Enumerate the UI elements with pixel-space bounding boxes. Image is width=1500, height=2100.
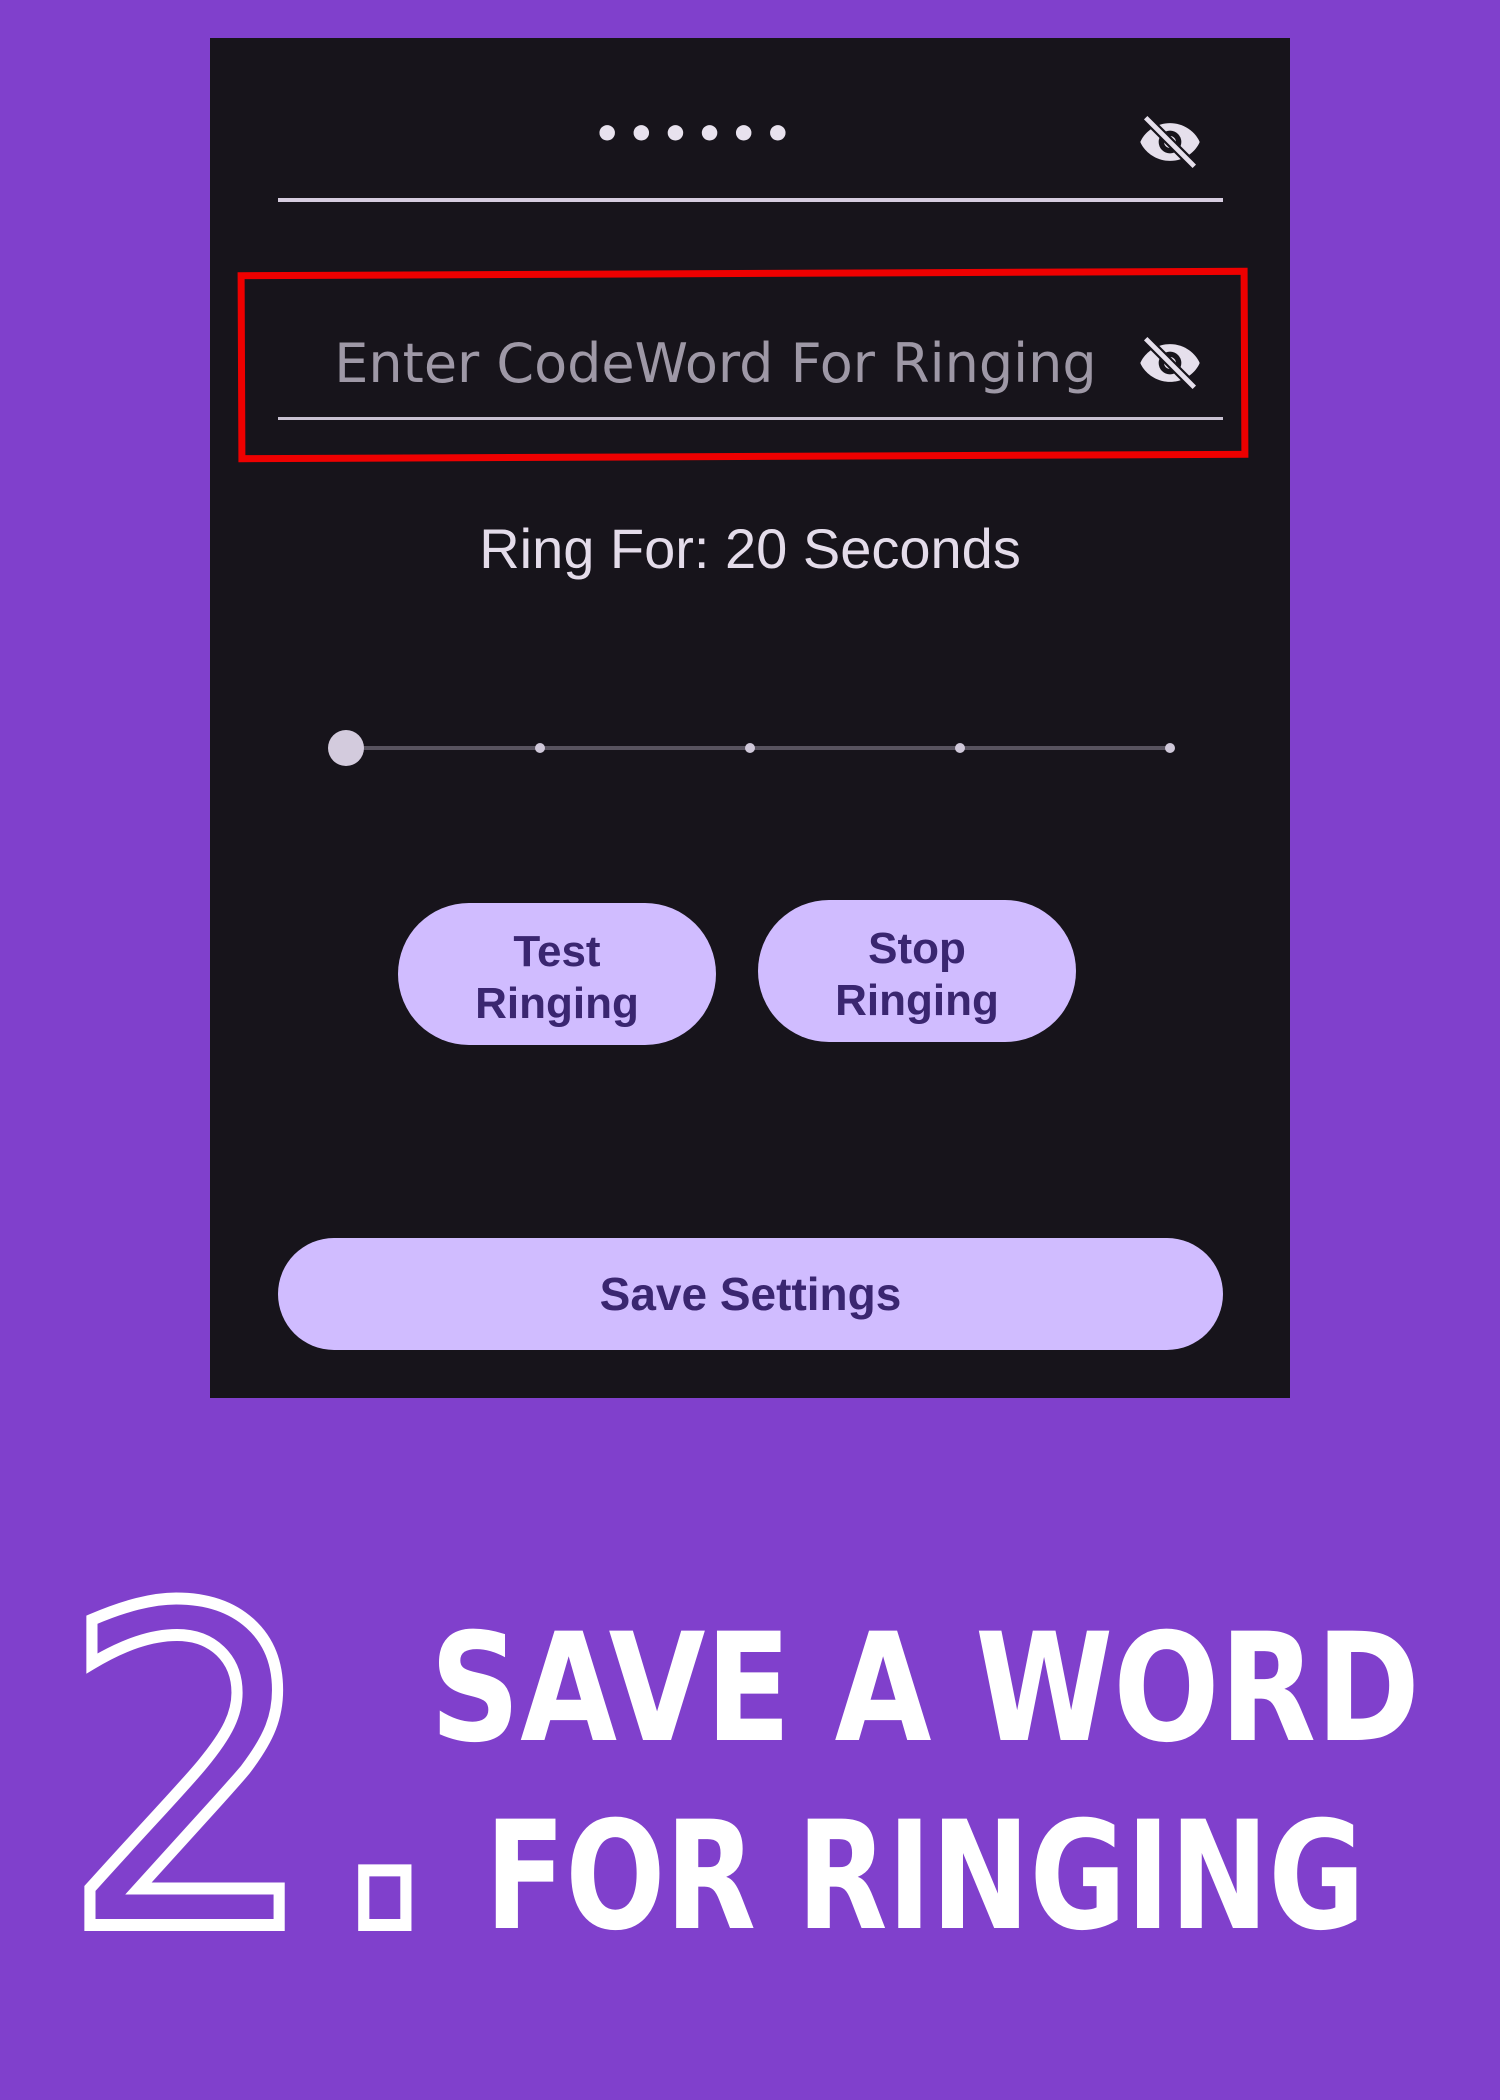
stop-ringing-label: Stop Ringing <box>835 924 999 1025</box>
caption-line-2: FOR RINGING <box>485 1790 1365 1960</box>
ring-duration-label: Ring For: 20 Seconds <box>479 517 1021 580</box>
highlight-box <box>237 267 1249 463</box>
slider-tick <box>745 743 755 753</box>
slider-tick <box>955 743 965 753</box>
caption-line-1: SAVE A WORD <box>430 1602 1420 1776</box>
password-underline <box>278 198 1223 202</box>
slider-track <box>340 746 1172 750</box>
ring-duration-slider[interactable] <box>328 728 1182 768</box>
slider-tick <box>535 743 545 753</box>
visibility-off-icon[interactable] <box>1137 115 1203 169</box>
password-masked-value[interactable]: •••••• <box>278 82 1113 202</box>
caption-banner: 2. SAVE A WORD FOR RINGING <box>54 1540 1420 1960</box>
stop-ringing-button[interactable]: Stop Ringing <box>758 900 1076 1042</box>
test-ringing-button[interactable]: Test Ringing <box>398 903 716 1045</box>
slider-thumb[interactable] <box>328 730 364 766</box>
settings-screen: •••••• Enter CodeWord For Ringing Ring F… <box>210 38 1290 1398</box>
step-number: 2. <box>60 1540 450 1960</box>
password-field[interactable]: •••••• <box>278 82 1223 202</box>
test-ringing-label: Test Ringing <box>475 927 639 1028</box>
save-settings-button[interactable]: Save Settings <box>278 1238 1223 1350</box>
slider-tick <box>1165 743 1175 753</box>
